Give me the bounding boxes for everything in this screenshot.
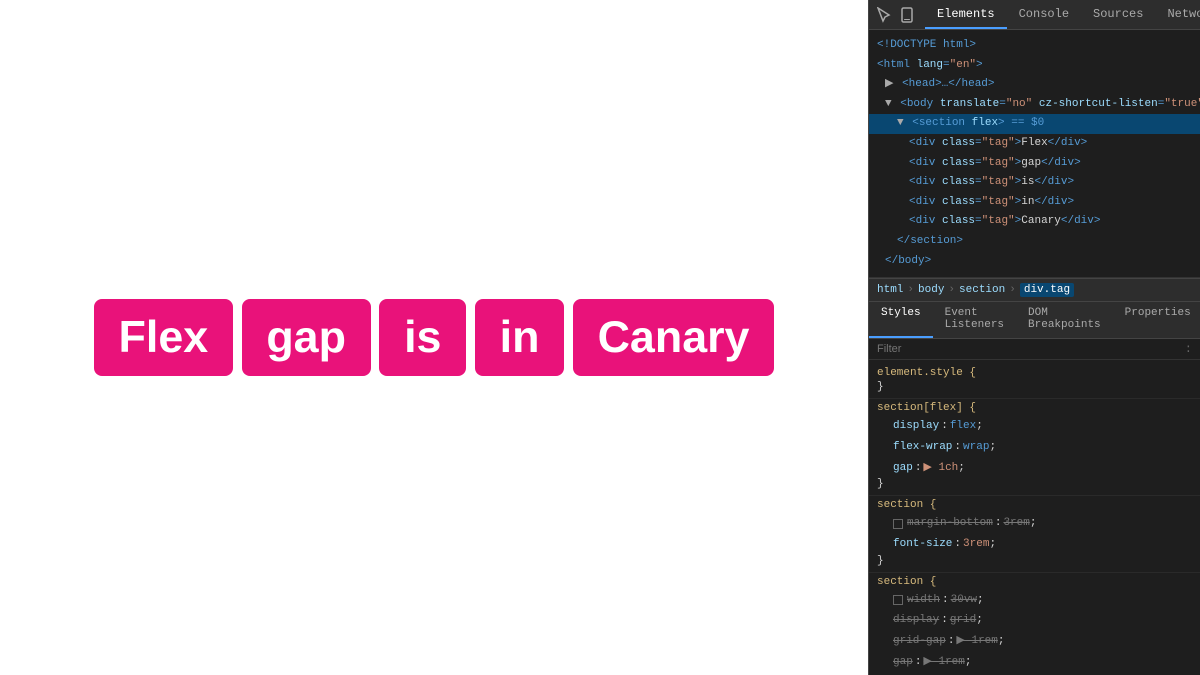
css-property-strikethrough: margin-bottom : 3rem ; <box>877 513 1192 534</box>
tag-word: Flex <box>94 299 233 377</box>
html-line[interactable]: <div class="tag">is</div> <box>869 173 1200 193</box>
devtools-subtabs: Styles Event Listeners DOM Breakpoints P… <box>869 302 1200 339</box>
tag-word: is <box>379 299 466 377</box>
tag-word: in <box>475 299 564 377</box>
css-checkbox[interactable] <box>893 519 903 529</box>
devtools-toolbar: Elements Console Sources Network <box>869 0 1200 30</box>
html-line[interactable]: ▶ <head>…</head> <box>869 75 1200 95</box>
css-rules-panel[interactable]: element.style { } section[flex] { displa… <box>869 360 1200 675</box>
css-rule-section-2: section { width : 30vw ; display : grid … <box>869 573 1200 675</box>
subtab-event-listeners[interactable]: Event Listeners <box>933 302 1016 338</box>
html-line[interactable]: ▼ <body translate="no" cz-shortcut-liste… <box>869 95 1200 115</box>
css-property-strikethrough: display : grid ; <box>877 610 1192 631</box>
html-line[interactable]: <div class="tag">gap</div> <box>869 154 1200 174</box>
tab-sources[interactable]: Sources <box>1081 0 1155 29</box>
tab-console[interactable]: Console <box>1007 0 1081 29</box>
css-selector: section { <box>877 576 1192 588</box>
css-close-brace: } <box>877 381 1192 393</box>
html-line[interactable]: <html lang="en"> <box>869 56 1200 76</box>
webpage-preview: FlexgapisinCanary <box>0 0 868 675</box>
breadcrumb-section[interactable]: section <box>959 284 1005 296</box>
breadcrumb-html[interactable]: html <box>877 284 903 296</box>
flex-demo-section: FlexgapisinCanary <box>94 299 774 377</box>
html-line-selected[interactable]: ▼ <section flex> == $0 <box>869 114 1200 134</box>
breadcrumb: html › body › section › div.tag <box>869 278 1200 302</box>
css-selector: element.style { <box>877 367 1192 379</box>
devtools-main-tabs: Elements Console Sources Network <box>925 0 1200 29</box>
css-checkbox[interactable] <box>893 595 903 605</box>
css-property-strikethrough: gap : ▶ 1rem ; <box>877 652 1192 673</box>
breadcrumb-divtag[interactable]: div.tag <box>1020 283 1074 297</box>
css-property: gap : ▶ 1ch ; <box>877 458 1192 479</box>
tab-elements[interactable]: Elements <box>925 0 1007 29</box>
inspect-icon[interactable] <box>877 6 893 24</box>
tag-word: Canary <box>573 299 774 377</box>
css-property-strikethrough: width : 30vw ; <box>877 590 1192 611</box>
css-property: font-size : 3rem ; <box>877 534 1192 555</box>
html-line[interactable]: </section> <box>869 232 1200 252</box>
tab-network[interactable]: Network <box>1155 0 1200 29</box>
css-rule-element-style: element.style { } <box>869 364 1200 399</box>
css-close-brace: } <box>877 555 1192 567</box>
filter-colon-icon: : <box>1185 342 1192 356</box>
html-tree: <!DOCTYPE html> <html lang="en"> ▶ <head… <box>869 30 1200 278</box>
html-line[interactable]: <div class="tag">Canary</div> <box>869 212 1200 232</box>
device-icon[interactable] <box>899 6 915 24</box>
css-filter-input[interactable] <box>877 343 1185 355</box>
subtab-dom-breakpoints[interactable]: DOM Breakpoints <box>1016 302 1113 338</box>
html-line[interactable]: <div class="tag">Flex</div> <box>869 134 1200 154</box>
subtab-styles[interactable]: Styles <box>869 302 933 338</box>
css-property: display : flex ; <box>877 416 1192 437</box>
css-rule-section-flex: section[flex] { display : flex ; flex-wr… <box>869 399 1200 496</box>
tag-word: gap <box>242 299 371 377</box>
css-close-brace: } <box>877 478 1192 490</box>
css-property-strikethrough: grid-gap : ▶ 1rem ; <box>877 631 1192 652</box>
html-line[interactable]: <div class="tag">in</div> <box>869 193 1200 213</box>
css-property: flex-wrap : wrap ; <box>877 437 1192 458</box>
css-rule-section-1: section { margin-bottom : 3rem ; font-si… <box>869 496 1200 572</box>
html-line[interactable]: </body> <box>869 252 1200 272</box>
breadcrumb-body[interactable]: body <box>918 284 944 296</box>
subtab-properties[interactable]: Properties <box>1113 302 1200 338</box>
css-selector: section { <box>877 499 1192 511</box>
html-line[interactable]: <!DOCTYPE html> <box>869 36 1200 56</box>
devtools-panel: Elements Console Sources Network <!DOCTY… <box>868 0 1200 675</box>
css-filter-bar: : <box>869 339 1200 360</box>
css-selector: section[flex] { <box>877 402 1192 414</box>
